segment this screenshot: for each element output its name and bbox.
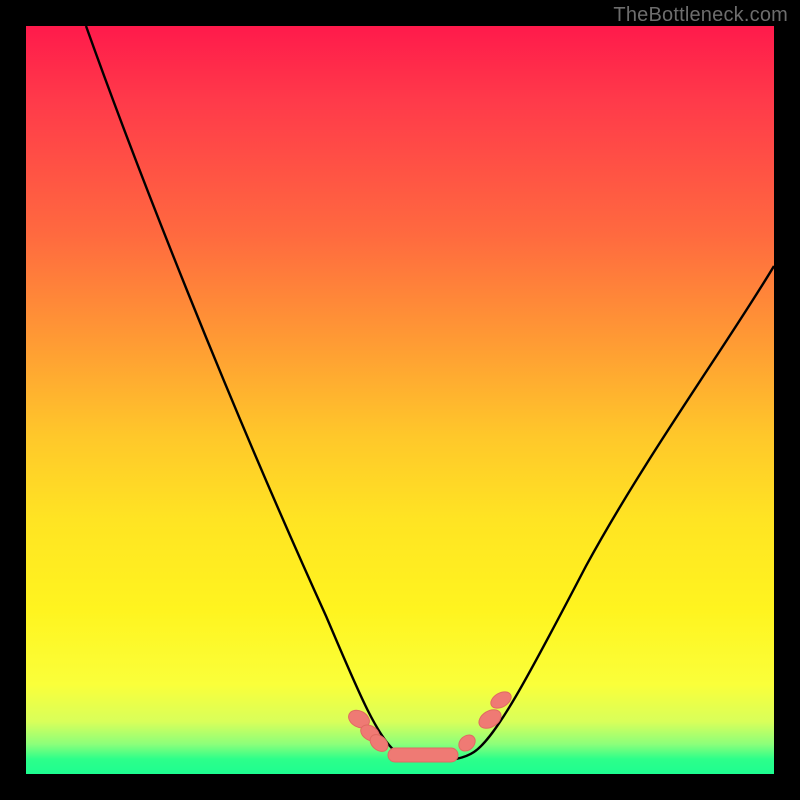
floor-marker-group — [346, 688, 514, 762]
floor-marker — [388, 748, 458, 762]
bottleneck-curve — [86, 26, 774, 761]
plot-area — [26, 26, 774, 774]
watermark-text: TheBottleneck.com — [613, 4, 788, 27]
bottleneck-curve-layer — [26, 26, 774, 774]
floor-marker — [476, 706, 505, 732]
outer-frame: TheBottleneck.com — [0, 0, 800, 800]
